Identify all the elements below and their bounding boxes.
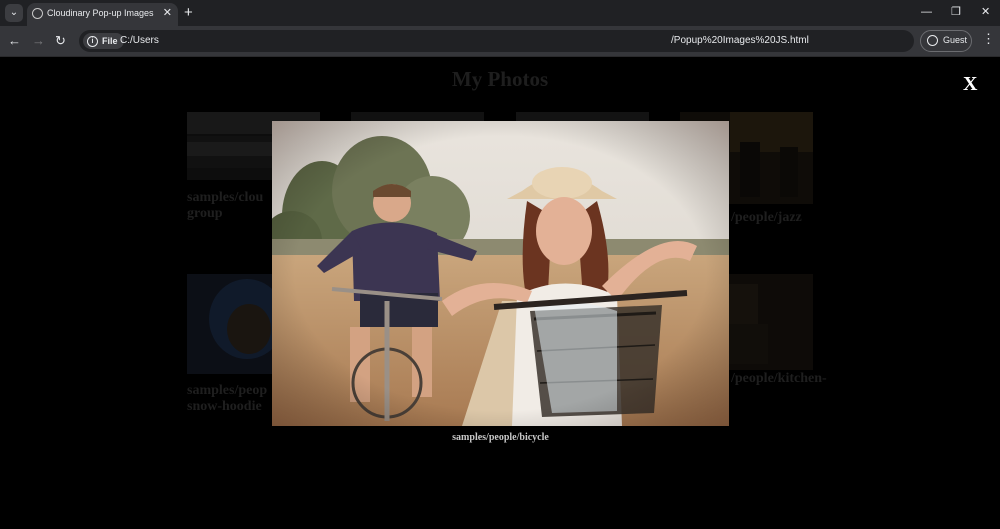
page-title: My Photos (451, 67, 549, 91)
lightbox-caption: samples/people/bicycle (452, 432, 549, 443)
site-info-chip[interactable]: i File (83, 33, 124, 49)
lightbox-close-button[interactable]: X (963, 73, 977, 95)
bicycle-photo (272, 121, 729, 426)
browser-menu-button[interactable]: ⋮ (982, 31, 995, 47)
profile-label: Guest (943, 35, 968, 45)
new-tab-button[interactable]: + (184, 4, 193, 22)
arrow-left-icon: ← (8, 33, 21, 48)
kebab-icon: ⋮ (982, 31, 995, 46)
thumbnail-caption: samples/clou group (187, 190, 264, 221)
address-bar[interactable]: i File C:/Users/ /Popup%20Images%20JS.ht… (79, 30, 914, 52)
person-icon (927, 35, 938, 46)
back-button[interactable]: ← (8, 33, 21, 49)
forward-button[interactable]: → (32, 33, 45, 49)
browser-tab[interactable]: Cloudinary Pop-up Images ✕ (27, 3, 178, 26)
thumbnail-caption: samples/peop snow-hoodie (187, 383, 268, 414)
site-info-label: File (102, 36, 118, 46)
tab-strip: ⌄ Cloudinary Pop-up Images ✕ + — ❐ ✕ (0, 0, 1000, 26)
profile-button[interactable]: Guest (920, 30, 972, 52)
reload-button[interactable]: ↻ (55, 33, 66, 49)
info-icon: i (87, 35, 98, 47)
chevron-down-icon: ⌄ (9, 7, 19, 18)
thumbnail-caption: /people/kitchen- (731, 371, 827, 386)
tab-title: Cloudinary Pop-up Images (47, 8, 154, 18)
url-text-start: C:/Users/ (120, 35, 162, 46)
close-icon[interactable]: ✕ (163, 6, 172, 19)
browser-toolbar: ← → ↻ i File C:/Users/ /Popup%20Images%2… (0, 26, 1000, 57)
url-redacted-segment (159, 35, 669, 47)
plus-icon: + (184, 4, 193, 21)
reload-icon: ↻ (55, 33, 66, 48)
arrow-right-icon: → (32, 33, 45, 48)
thumbnail-caption: /people/jazz (731, 210, 802, 225)
globe-icon (32, 8, 43, 19)
lightbox-image (272, 121, 729, 426)
tab-search-button[interactable]: ⌄ (5, 4, 23, 22)
minimize-button[interactable]: — (921, 4, 932, 20)
url-text-end: /Popup%20Images%20JS.html (671, 35, 809, 46)
window-close-button[interactable]: ✕ (981, 4, 990, 20)
restore-button[interactable]: ❐ (951, 4, 961, 20)
